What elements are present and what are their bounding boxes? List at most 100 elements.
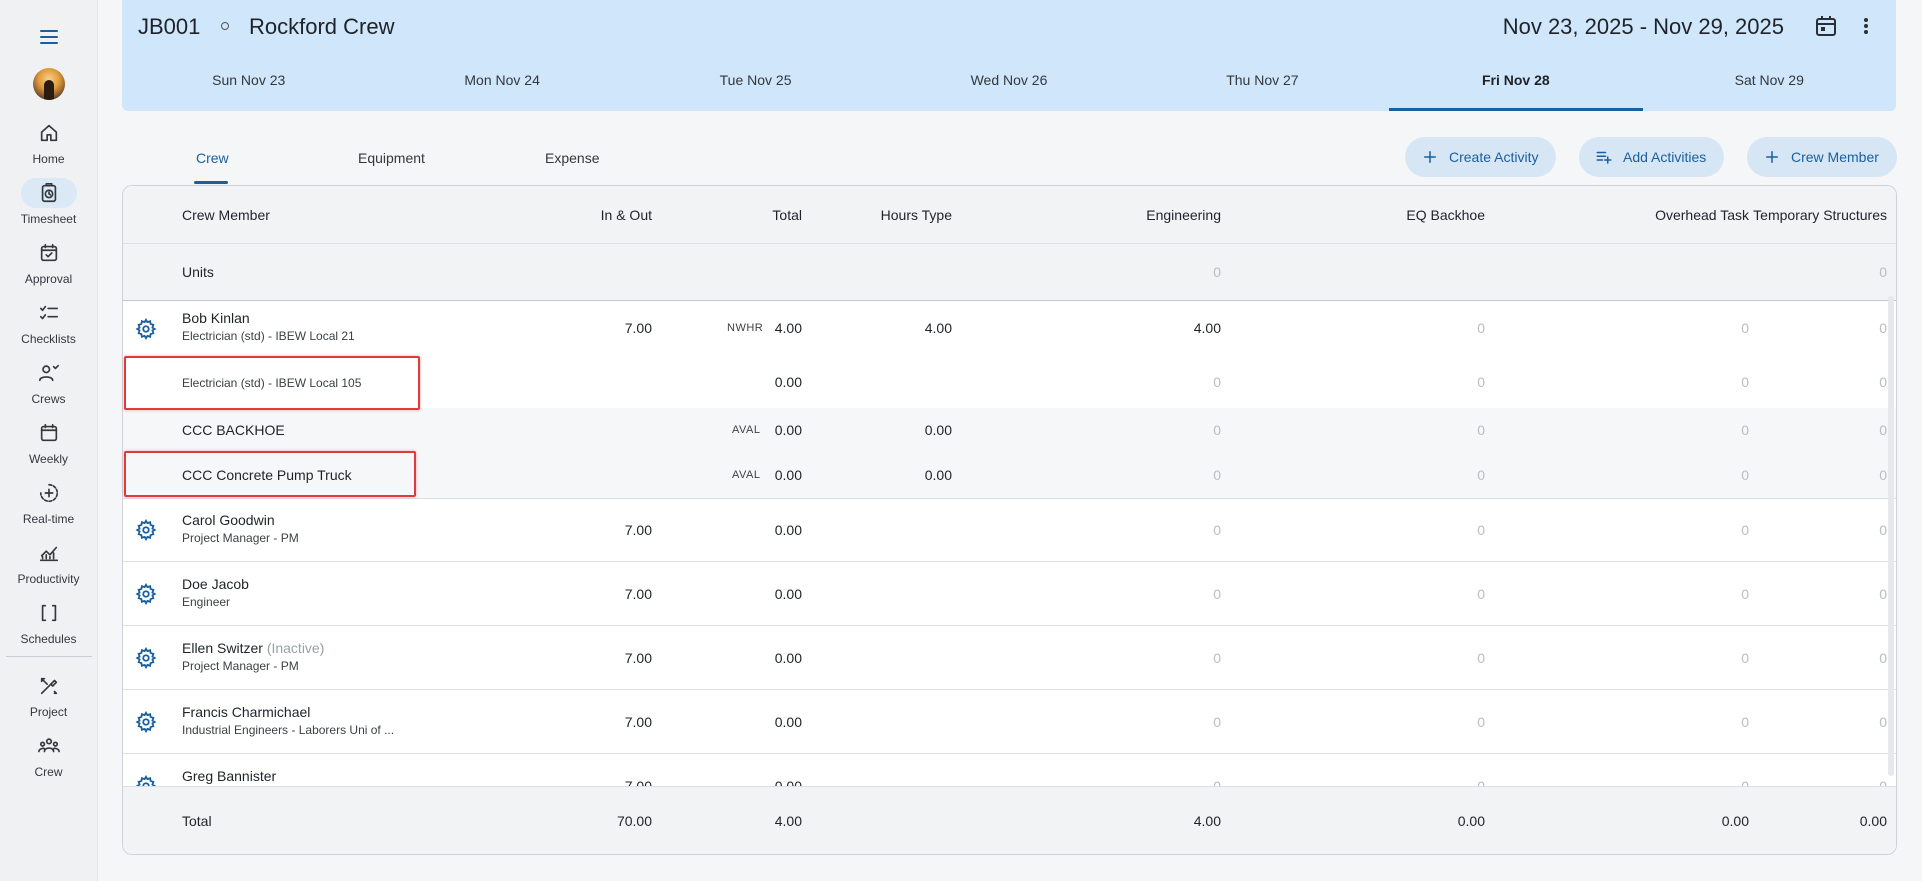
in-out-value[interactable]: 7.00 bbox=[625, 522, 652, 538]
eq-backhoe-value[interactable]: 0 bbox=[1477, 422, 1485, 438]
overhead-value[interactable]: 0 bbox=[1741, 422, 1749, 438]
eq-backhoe-value[interactable]: 0 bbox=[1477, 714, 1485, 730]
overhead-value[interactable]: 0 bbox=[1741, 714, 1749, 730]
add-activities-button[interactable]: Add Activities bbox=[1579, 137, 1725, 177]
overhead-value[interactable]: 0 bbox=[1741, 467, 1749, 483]
eq-backhoe-value[interactable]: 0 bbox=[1477, 586, 1485, 602]
equipment-name[interactable]: CCC BACKHOE bbox=[182, 422, 285, 438]
temporary-value[interactable]: 0 bbox=[1879, 650, 1887, 666]
day-tab-mon[interactable]: Mon Nov 24 bbox=[375, 58, 628, 111]
settings-gear-icon[interactable] bbox=[135, 583, 157, 605]
eq-backhoe-value[interactable]: 0 bbox=[1477, 467, 1485, 483]
table-scrollbar[interactable] bbox=[1888, 296, 1894, 776]
in-out-value[interactable]: 7.00 bbox=[625, 650, 652, 666]
hours-type-value[interactable]: 4.00 bbox=[925, 320, 952, 336]
engineering-value[interactable]: 4.00 bbox=[1194, 320, 1221, 336]
tab-crew[interactable]: Crew bbox=[196, 150, 229, 166]
col-total[interactable]: Total bbox=[772, 207, 802, 223]
crew-member-name[interactable]: Greg Bannister bbox=[182, 768, 276, 784]
col-in-out[interactable]: In & Out bbox=[601, 207, 652, 223]
temporary-value[interactable]: 0 bbox=[1879, 714, 1887, 730]
day-tab-fri[interactable]: Fri Nov 28 bbox=[1389, 58, 1643, 111]
sidebar-item-weekly[interactable]: Weekly bbox=[0, 418, 98, 466]
engineering-value[interactable]: 0 bbox=[1213, 778, 1221, 786]
equipment-name[interactable]: CCC Concrete Pump Truck bbox=[182, 467, 352, 483]
eq-backhoe-value[interactable]: 0 bbox=[1477, 320, 1485, 336]
day-tab-tue[interactable]: Tue Nov 25 bbox=[629, 58, 882, 111]
day-tab-sat[interactable]: Sat Nov 29 bbox=[1643, 58, 1896, 111]
avatar[interactable] bbox=[32, 68, 65, 100]
hours-type-tag[interactable]: NWHR bbox=[727, 322, 763, 334]
more-vert-icon[interactable] bbox=[1854, 14, 1878, 38]
sidebar-item-schedules[interactable]: Schedules bbox=[0, 598, 98, 646]
col-temporary-structures[interactable]: Temporary Structures bbox=[1753, 207, 1887, 223]
temporary-value[interactable]: 0 bbox=[1879, 422, 1887, 438]
sidebar-item-realtime[interactable]: Real-time bbox=[0, 478, 98, 526]
sidebar-item-productivity[interactable]: Productivity bbox=[0, 538, 98, 586]
col-crew-member[interactable]: Crew Member bbox=[182, 207, 270, 223]
hours-type-value[interactable]: 0.00 bbox=[925, 422, 952, 438]
crew-member-name[interactable]: Francis Charmichael bbox=[182, 704, 310, 720]
add-crew-member-button[interactable]: Crew Member bbox=[1747, 137, 1897, 177]
units-engineering[interactable]: 0 bbox=[1213, 264, 1221, 280]
day-tab-wed[interactable]: Wed Nov 26 bbox=[882, 58, 1135, 111]
tab-expense[interactable]: Expense bbox=[545, 150, 599, 166]
day-tab-sun[interactable]: Sun Nov 23 bbox=[122, 58, 375, 111]
eq-backhoe-value[interactable]: 0 bbox=[1477, 374, 1485, 390]
overhead-value[interactable]: 0 bbox=[1741, 650, 1749, 666]
in-out-value[interactable]: 7.00 bbox=[625, 778, 652, 786]
in-out-value[interactable]: 7.00 bbox=[625, 714, 652, 730]
col-hours-type[interactable]: Hours Type bbox=[881, 207, 952, 223]
calendar-icon[interactable] bbox=[1814, 14, 1838, 38]
settings-gear-icon[interactable] bbox=[135, 711, 157, 733]
settings-gear-icon[interactable] bbox=[135, 519, 157, 541]
temporary-value[interactable]: 0 bbox=[1879, 522, 1887, 538]
eq-backhoe-value[interactable]: 0 bbox=[1477, 650, 1485, 666]
settings-gear-icon[interactable] bbox=[135, 775, 157, 786]
temporary-value[interactable]: 0 bbox=[1879, 320, 1887, 336]
engineering-value[interactable]: 0 bbox=[1213, 422, 1221, 438]
in-out-value[interactable]: 7.00 bbox=[625, 320, 652, 336]
overhead-value[interactable]: 0 bbox=[1741, 320, 1749, 336]
crew-member-name[interactable]: Bob Kinlan bbox=[182, 310, 250, 326]
temporary-value[interactable]: 0 bbox=[1879, 778, 1887, 786]
settings-gear-icon[interactable] bbox=[135, 647, 157, 669]
engineering-value[interactable]: 0 bbox=[1213, 467, 1221, 483]
overhead-value[interactable]: 0 bbox=[1741, 778, 1749, 786]
overhead-value[interactable]: 0 bbox=[1741, 374, 1749, 390]
eq-backhoe-value[interactable]: 0 bbox=[1477, 522, 1485, 538]
crew-member-name-wrap[interactable]: Ellen Switzer (Inactive) bbox=[182, 640, 324, 656]
engineering-value[interactable]: 0 bbox=[1213, 586, 1221, 602]
tab-equipment[interactable]: Equipment bbox=[358, 150, 425, 166]
engineering-value[interactable]: 0 bbox=[1213, 522, 1221, 538]
engineering-value[interactable]: 0 bbox=[1213, 714, 1221, 730]
hours-type-tag[interactable]: AVAL bbox=[732, 469, 761, 481]
in-out-value[interactable]: 7.00 bbox=[625, 586, 652, 602]
sidebar-item-timesheet[interactable]: Timesheet bbox=[0, 178, 98, 226]
units-temporary[interactable]: 0 bbox=[1879, 264, 1887, 280]
overhead-value[interactable]: 0 bbox=[1741, 522, 1749, 538]
menu-icon[interactable] bbox=[36, 26, 62, 48]
eq-backhoe-value[interactable]: 0 bbox=[1477, 778, 1485, 786]
engineering-value[interactable]: 0 bbox=[1213, 374, 1221, 390]
hours-type-value[interactable]: 0.00 bbox=[925, 467, 952, 483]
crew-member-name[interactable]: Doe Jacob bbox=[182, 576, 249, 592]
sidebar-item-crews[interactable]: Crews bbox=[0, 358, 98, 406]
sidebar-item-approval[interactable]: Approval bbox=[0, 238, 98, 286]
create-activity-button[interactable]: Create Activity bbox=[1405, 137, 1557, 177]
overhead-value[interactable]: 0 bbox=[1741, 586, 1749, 602]
day-tab-thu[interactable]: Thu Nov 27 bbox=[1136, 58, 1389, 111]
col-engineering[interactable]: Engineering bbox=[1146, 207, 1221, 223]
sidebar-item-crew[interactable]: Crew bbox=[0, 731, 98, 779]
engineering-value[interactable]: 0 bbox=[1213, 650, 1221, 666]
hours-type-tag[interactable]: AVAL bbox=[732, 424, 761, 436]
settings-gear-icon[interactable] bbox=[135, 318, 157, 340]
temporary-value[interactable]: 0 bbox=[1879, 586, 1887, 602]
sidebar-item-checklists[interactable]: Checklists bbox=[0, 298, 98, 346]
col-eq-backhoe[interactable]: EQ Backhoe bbox=[1406, 207, 1485, 223]
col-overhead-task[interactable]: Overhead Task bbox=[1655, 207, 1749, 223]
temporary-value[interactable]: 0 bbox=[1879, 374, 1887, 390]
sidebar-item-project[interactable]: Project bbox=[0, 671, 98, 719]
temporary-value[interactable]: 0 bbox=[1879, 467, 1887, 483]
crew-member-name[interactable]: Carol Goodwin bbox=[182, 512, 275, 528]
